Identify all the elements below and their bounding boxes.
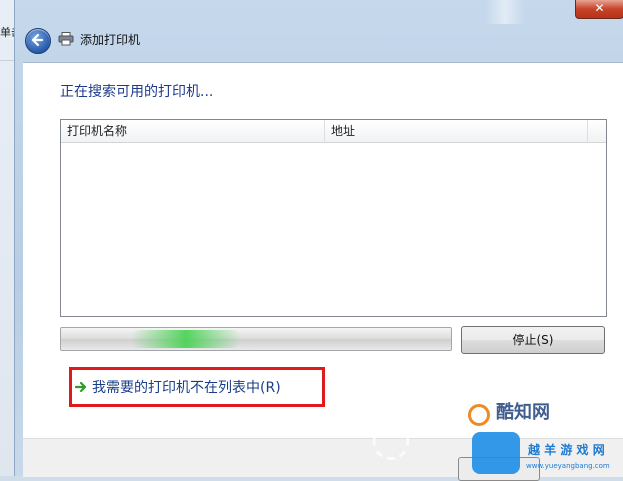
stop-button[interactable]: 停止(S) [461,326,605,354]
back-arrow-icon [31,33,44,47]
not-listed-highlight-box: 我需要的打印机不在列表中(R) [69,367,325,407]
watermark-logo-2 [472,432,520,474]
close-button[interactable]: ✕ [575,0,623,19]
search-progress-bar [60,327,452,351]
printer-not-listed-link[interactable]: 我需要的打印机不在列表中(R) [92,377,281,397]
column-header-printer-name[interactable]: 打印机名称 [61,120,325,142]
watermark-kuzhi: 酷知网 [496,402,550,423]
watermark-yueyang: 越 羊 游 戏 网 [528,443,605,457]
window-title: 添加打印机 [80,33,141,47]
printer-list[interactable]: 打印机名称 地址 [60,119,607,317]
content-panel: 正在搜索可用的打印机... 打印机名称 地址 停止(S) 我需要的打印机不在列表… [23,62,623,439]
glass-highlight [485,0,525,24]
printer-icon [58,32,74,46]
watermark-url: www.yueyangbang.com [526,462,610,470]
watermark-logo [468,404,490,426]
progress-glow [131,330,241,348]
green-arrow-icon [74,381,87,393]
watermark-glyph: ◌ [370,410,412,466]
column-header-address[interactable]: 地址 [325,120,588,142]
close-icon: ✕ [594,1,605,15]
back-button[interactable] [25,28,51,54]
list-header: 打印机名称 地址 [61,120,606,143]
searching-heading: 正在搜索可用的打印机... [60,84,214,100]
